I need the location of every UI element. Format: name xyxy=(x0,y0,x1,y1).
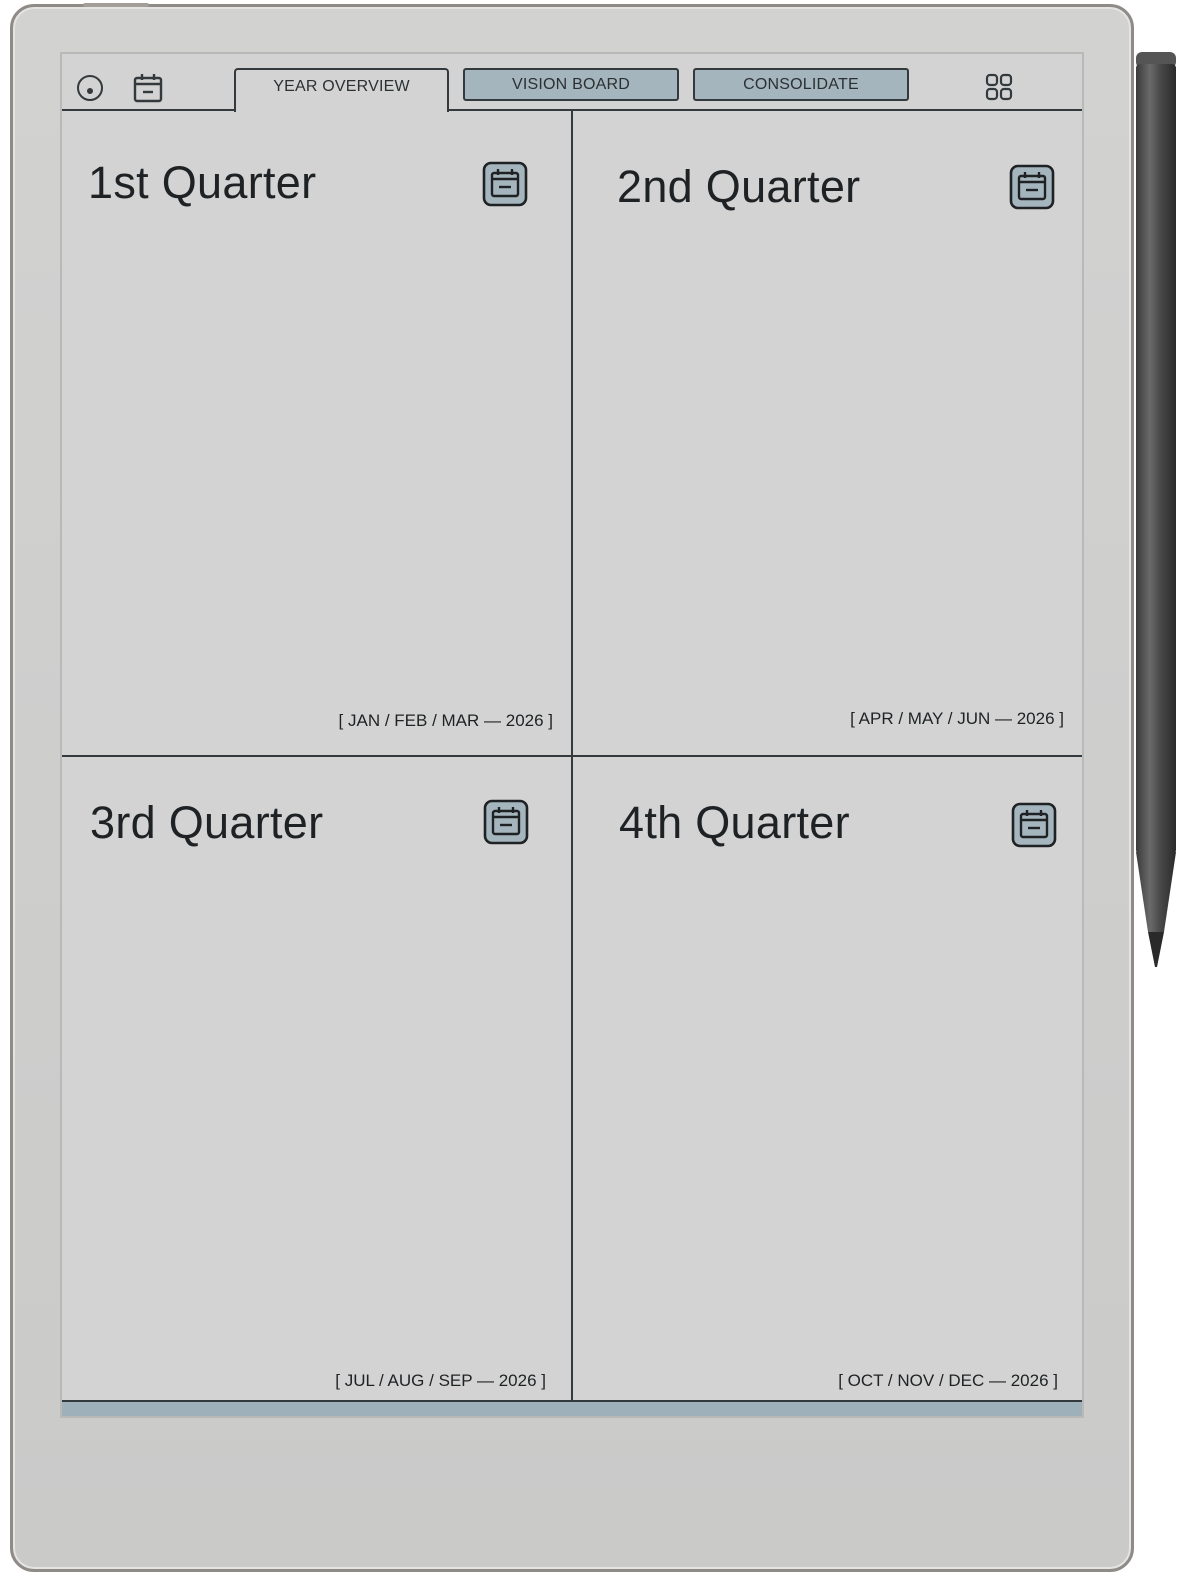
calendar-icon[interactable] xyxy=(483,799,529,845)
menu-circle-icon[interactable] xyxy=(76,74,104,102)
tab-label: CONSOLIDATE xyxy=(743,75,859,93)
calendar-icon[interactable] xyxy=(1009,164,1055,210)
calendar-icon[interactable] xyxy=(482,161,528,207)
grid-apps-icon[interactable] xyxy=(984,72,1014,102)
quarter-title: 3rd Quarter xyxy=(90,797,324,848)
tab-label: VISION BOARD xyxy=(512,75,630,93)
quarter-title: 4th Quarter xyxy=(619,797,850,848)
tab-consolidate[interactable]: CONSOLIDATE xyxy=(693,68,909,101)
quarter-panel-4[interactable]: 4th Quarter [ OCT / NOV / DEC — 2026 ] xyxy=(573,757,1082,1401)
quarter-date-range: [ APR / MAY / JUN — 2026 ] xyxy=(850,709,1064,728)
quarter-panel-3[interactable]: 3rd Quarter [ JUL / AUG / SEP — 2026 ] xyxy=(62,757,571,1401)
calendar-icon[interactable] xyxy=(1011,802,1057,848)
quarter-title: 1st Quarter xyxy=(88,157,317,208)
quarter-panel-1[interactable]: 1st Quarter [ JAN / FEB / MAR — 2026 ] xyxy=(62,111,571,755)
calendar-icon[interactable] xyxy=(132,72,164,104)
top-toolbar: YEAR OVERVIEW VISION BOARD CONSOLIDATE xyxy=(62,54,1082,112)
quarter-date-range: [ OCT / NOV / DEC — 2026 ] xyxy=(838,1371,1058,1390)
quarter-date-range: [ JAN / FEB / MAR — 2026 ] xyxy=(338,711,553,730)
quarter-panel-2[interactable]: 2nd Quarter [ APR / MAY / JUN — 2026 ] xyxy=(573,111,1082,755)
tab-year-overview[interactable]: YEAR OVERVIEW xyxy=(234,68,449,112)
quarter-date-range: [ JUL / AUG / SEP — 2026 ] xyxy=(335,1371,546,1390)
bottom-status-bar xyxy=(62,1400,1082,1416)
quarter-title: 2nd Quarter xyxy=(617,161,861,212)
tab-label: YEAR OVERVIEW xyxy=(273,78,410,95)
stylus-pen xyxy=(1136,52,1176,967)
tab-vision-board[interactable]: VISION BOARD xyxy=(463,68,679,101)
power-button xyxy=(83,3,149,7)
e-ink-screen: YEAR OVERVIEW VISION BOARD CONSOLIDATE 1… xyxy=(60,52,1084,1418)
